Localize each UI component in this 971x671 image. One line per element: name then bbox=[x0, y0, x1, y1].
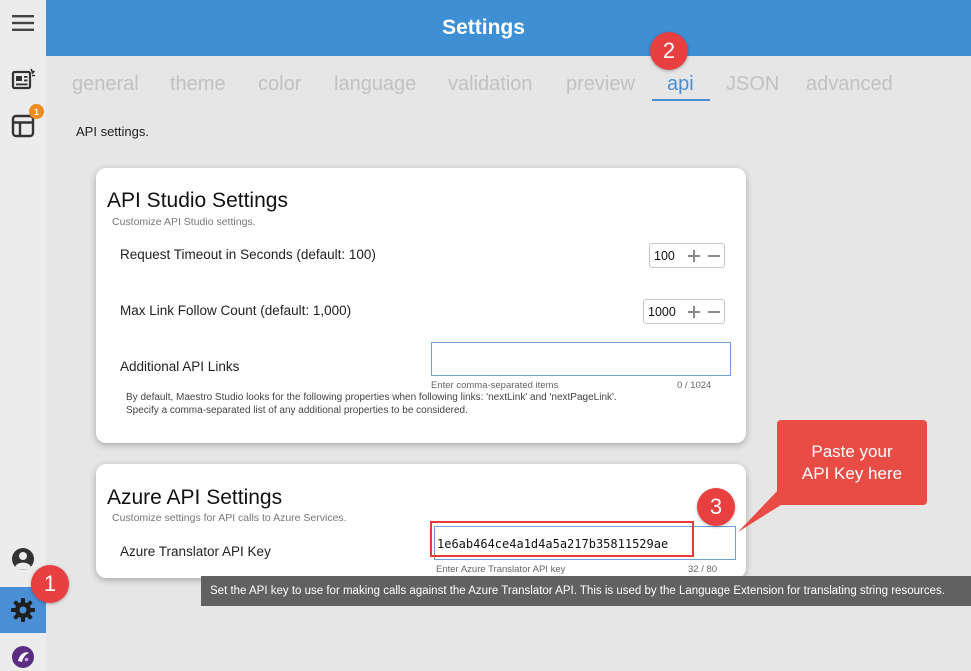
additional-links-label: Additional API Links bbox=[120, 359, 240, 374]
tab-api[interactable]: api bbox=[667, 73, 694, 96]
page-title: Settings bbox=[442, 16, 525, 39]
additional-links-counter: 0 / 1024 bbox=[677, 380, 712, 391]
tab-json[interactable]: JSON bbox=[726, 73, 779, 96]
plus-icon[interactable] bbox=[684, 244, 704, 267]
translator-key-counter: 32 / 80 bbox=[688, 564, 718, 575]
hamburger-menu-icon[interactable] bbox=[0, 2, 46, 44]
app-logo-icon[interactable] bbox=[0, 636, 46, 671]
active-tab-indicator bbox=[652, 99, 710, 101]
translator-key-hint: Enter Azure Translator API key bbox=[436, 564, 566, 575]
translator-key-label: Azure Translator API Key bbox=[120, 544, 271, 559]
tab-preview[interactable]: preview bbox=[566, 73, 635, 96]
callout-text: API Key here bbox=[801, 464, 903, 483]
minus-icon[interactable] bbox=[704, 300, 724, 323]
additional-links-help: By default, Maestro Studio looks for the… bbox=[126, 392, 726, 417]
translator-key-input[interactable]: 1e6ab464ce4a1d4a5a217b35811529ae bbox=[430, 521, 736, 560]
help-line: Specify a comma-separated list of any ad… bbox=[126, 404, 468, 416]
plus-icon[interactable] bbox=[684, 300, 704, 323]
tab-theme[interactable]: theme bbox=[170, 73, 226, 96]
max-link-value[interactable]: 1000 bbox=[644, 305, 684, 319]
callout-text: Paste your bbox=[811, 442, 893, 461]
news-icon[interactable] bbox=[0, 58, 46, 100]
request-timeout-label: Request Timeout in Seconds (default: 100… bbox=[120, 247, 376, 262]
app-header: Settings bbox=[46, 0, 971, 56]
request-timeout-stepper: 100 bbox=[649, 243, 725, 268]
api-studio-settings-card: API Studio Settings Customize API Studio… bbox=[96, 168, 746, 443]
additional-links-input[interactable] bbox=[431, 342, 731, 376]
minus-icon[interactable] bbox=[704, 244, 724, 267]
tab-color[interactable]: color bbox=[258, 73, 301, 96]
step-marker-3: 3 bbox=[697, 488, 735, 526]
tab-language[interactable]: language bbox=[334, 73, 416, 96]
card-subtitle: Customize settings for API calls to Azur… bbox=[112, 512, 347, 524]
step-marker-2: 2 bbox=[650, 32, 688, 70]
section-intro: API settings. bbox=[76, 124, 149, 139]
translator-key-value[interactable]: 1e6ab464ce4a1d4a5a217b35811529ae bbox=[437, 537, 668, 551]
tab-general[interactable]: general bbox=[72, 73, 139, 96]
card-title: API Studio Settings bbox=[107, 189, 288, 212]
max-link-label: Max Link Follow Count (default: 1,000) bbox=[120, 303, 352, 318]
gear-icon bbox=[11, 598, 35, 622]
additional-links-hint: Enter comma-separated items bbox=[431, 380, 559, 391]
card-subtitle: Customize API Studio settings. bbox=[112, 216, 256, 228]
help-line: By default, Maestro Studio looks for the… bbox=[126, 392, 617, 403]
settings-tabs: general theme color language validation … bbox=[46, 64, 971, 104]
paste-key-callout: Paste your API Key here bbox=[777, 420, 927, 505]
max-link-stepper: 1000 bbox=[643, 299, 725, 324]
step-marker-1: 1 bbox=[31, 565, 69, 603]
tab-advanced[interactable]: advanced bbox=[806, 73, 893, 96]
notification-badge: 1 bbox=[29, 104, 44, 119]
request-timeout-value[interactable]: 100 bbox=[650, 249, 684, 263]
azure-api-settings-card: Azure API Settings Customize settings fo… bbox=[96, 464, 746, 578]
translator-key-tooltip: Set the API key to use for making calls … bbox=[201, 576, 971, 606]
card-title: Azure API Settings bbox=[107, 486, 283, 509]
tab-validation[interactable]: validation bbox=[448, 73, 533, 96]
